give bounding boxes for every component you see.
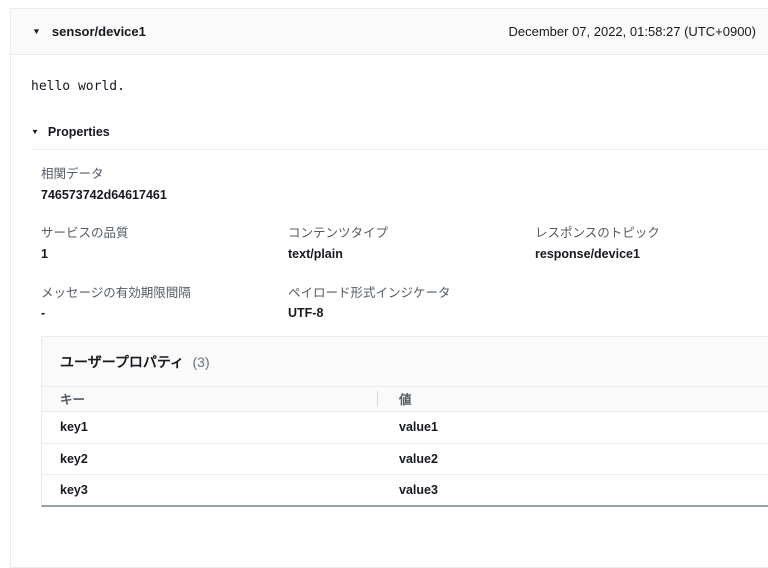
cell-value: value2: [378, 452, 438, 466]
message-header-toggle[interactable]: ▼ sensor/device1 December 07, 2022, 01:5…: [11, 9, 768, 55]
field-label: サービスの品質: [41, 226, 288, 242]
user-properties-card: ユーザープロパティ (3) キー 値 key1 value1 key2 valu…: [41, 336, 768, 507]
cell-key: key2: [42, 452, 378, 466]
column-header-value: 値: [378, 389, 412, 408]
field-label: メッセージの有効期限間隔: [41, 286, 288, 302]
properties-fields-grid: 相関データ 746573742d64617461 サービスの品質 1 コンテンツ…: [41, 167, 768, 322]
table-row: key1 value1: [42, 412, 768, 443]
user-properties-header: ユーザープロパティ (3): [42, 337, 768, 386]
field-payload-format-indicator: ペイロード形式インジケータ UTF-8: [288, 286, 535, 322]
field-value: 1: [41, 247, 288, 263]
table-row: key3 value3: [42, 474, 768, 505]
cell-key: key3: [42, 483, 378, 497]
message-header-left: ▼ sensor/device1: [32, 24, 146, 39]
caret-down-icon: ▼: [32, 27, 41, 35]
field-response-topic: レスポンスのトピック response/device1: [535, 226, 768, 262]
field-correlation-data: 相関データ 746573742d64617461: [41, 167, 768, 203]
message-topic: sensor/device1: [52, 24, 146, 39]
field-label: 相関データ: [41, 167, 768, 183]
user-properties-title: ユーザープロパティ: [60, 354, 184, 370]
field-value: response/device1: [535, 247, 768, 263]
field-quality-of-service: サービスの品質 1: [41, 226, 288, 262]
field-label: コンテンツタイプ: [288, 226, 535, 242]
user-properties-count: (3): [193, 354, 210, 370]
field-value: 746573742d64617461: [41, 188, 768, 204]
field-value: text/plain: [288, 247, 535, 263]
field-value: -: [41, 306, 288, 322]
message-body: hello world. ▼ Properties 相関データ 74657374…: [11, 79, 768, 507]
field-value: UTF-8: [288, 306, 535, 322]
field-message-expiry: メッセージの有効期限間隔 -: [41, 286, 288, 322]
column-header-key: キー: [42, 389, 377, 408]
properties-section-title: Properties: [48, 125, 110, 139]
message-timestamp: December 07, 2022, 01:58:27 (UTC+0900): [508, 24, 756, 39]
field-content-type: コンテンツタイプ text/plain: [288, 226, 535, 262]
table-row: key2 value2: [42, 443, 768, 474]
properties-section-toggle[interactable]: ▼ Properties: [31, 125, 768, 150]
message-payload: hello world.: [31, 79, 768, 94]
table-header-row: キー 値: [42, 386, 768, 412]
mqtt-message-panel: ▼ sensor/device1 December 07, 2022, 01:5…: [10, 8, 768, 568]
field-label: ペイロード形式インジケータ: [288, 286, 535, 302]
caret-down-icon: ▼: [31, 128, 39, 135]
cell-key: key1: [42, 420, 378, 434]
cell-value: value3: [378, 483, 438, 497]
cell-value: value1: [378, 420, 438, 434]
field-label: レスポンスのトピック: [535, 226, 768, 242]
